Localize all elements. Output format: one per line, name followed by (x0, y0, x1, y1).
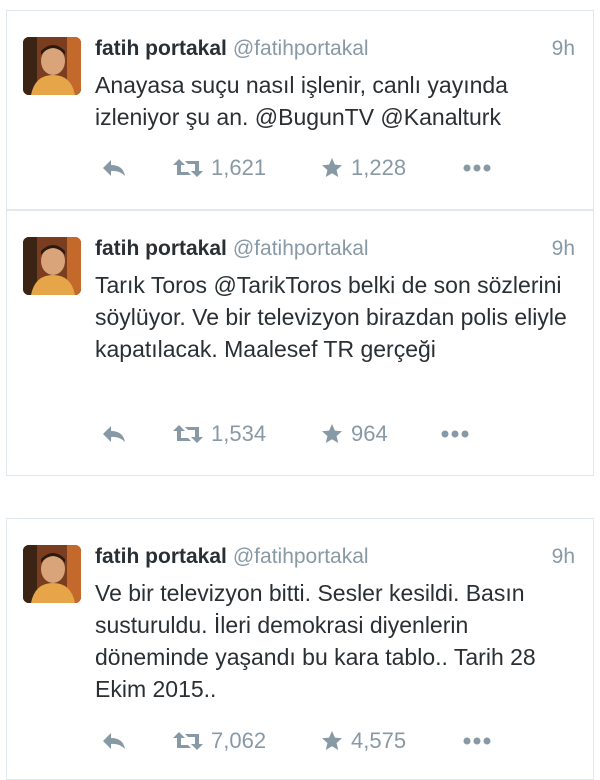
author-handle[interactable]: @fatihportakal (233, 545, 369, 568)
reply-icon (103, 426, 125, 442)
more-button[interactable] (463, 724, 491, 758)
tweet-header: fatih portakal @fatihportakal 9h (95, 37, 575, 67)
reply-button[interactable] (101, 724, 127, 758)
more-icon (463, 737, 491, 745)
more-icon (441, 430, 469, 438)
retweet-button[interactable]: 1,534 (173, 417, 266, 451)
tweet-actions: 1,534 964 (95, 417, 575, 451)
more-icon (463, 164, 491, 172)
timestamp[interactable]: 9h (552, 37, 575, 61)
tweet-card[interactable]: fatih portakal @fatihportakal 9h Anayasa … (6, 10, 594, 210)
retweet-icon (173, 425, 203, 443)
star-icon (322, 424, 342, 443)
timestamp[interactable]: 9h (552, 545, 575, 569)
author-name[interactable]: fatih portakal (95, 237, 227, 260)
author-name[interactable]: fatih portakal (95, 545, 227, 568)
timestamp[interactable]: 9h (552, 237, 575, 261)
author-name[interactable]: fatih portakal (95, 37, 227, 60)
tweet-text: Tarık Toros @TarikToros belki de son söz… (95, 272, 567, 362)
tweet-text: Ve bir televizyon bitti. Sesler kesildi.… (95, 580, 536, 702)
retweet-count: 7,062 (211, 728, 267, 753)
retweet-button[interactable]: 1,621 (173, 151, 266, 185)
retweet-button[interactable]: 7,062 (173, 724, 266, 758)
tweet-actions: 1,621 1,228 (95, 151, 575, 185)
avatar[interactable] (23, 237, 81, 295)
star-icon (322, 158, 342, 177)
favorite-button[interactable]: 964 (321, 417, 388, 451)
favorite-count: 964 (351, 421, 388, 446)
reply-icon (103, 733, 125, 749)
reply-button[interactable] (101, 417, 127, 451)
favorite-count: 1,228 (351, 155, 407, 180)
star-icon (322, 731, 342, 750)
reply-button[interactable] (101, 151, 127, 185)
author-handle[interactable]: @fatihportakal (233, 37, 369, 60)
tweet-header: fatih portakal @fatihportakal 9h (95, 237, 575, 267)
retweet-icon (173, 732, 203, 750)
reply-icon (103, 160, 125, 176)
tweet-card[interactable]: fatih portakal @fatihportakal 9h Ve bir t… (6, 518, 594, 780)
author-handle[interactable]: @fatihportakal (233, 237, 369, 260)
avatar[interactable] (23, 37, 81, 95)
favorite-count: 4,575 (351, 728, 407, 753)
more-button[interactable] (463, 151, 491, 185)
tweet-header: fatih portakal @fatihportakal 9h (95, 545, 575, 575)
retweet-count: 1,534 (211, 421, 267, 446)
tweet-text: Anayasa suçu nasıl işlenir, canlı yayınd… (95, 72, 508, 130)
tweet-card[interactable]: fatih portakal @fatihportakal 9h Tarık To… (6, 210, 594, 476)
retweet-icon (173, 159, 203, 177)
retweet-count: 1,621 (211, 155, 267, 180)
avatar[interactable] (23, 545, 81, 603)
tweet-actions: 7,062 4,575 (95, 724, 575, 758)
more-button[interactable] (441, 417, 469, 451)
favorite-button[interactable]: 4,575 (321, 724, 406, 758)
favorite-button[interactable]: 1,228 (321, 151, 406, 185)
